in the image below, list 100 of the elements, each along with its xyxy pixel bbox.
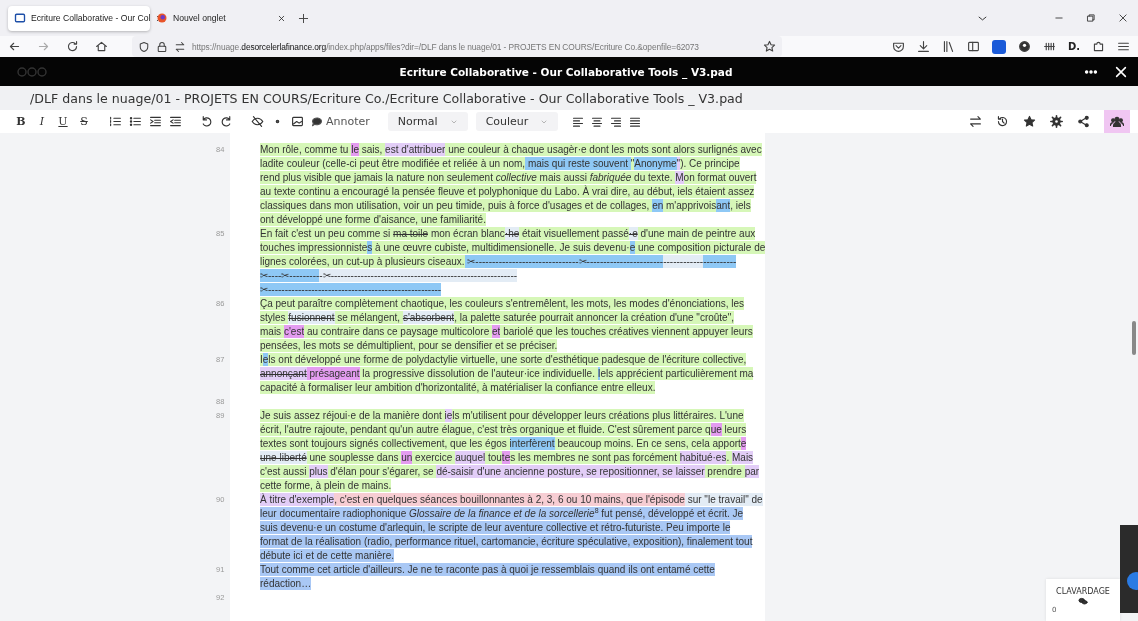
highlighted-text: d'élan pour s'égarer, se [327,465,437,478]
deleted-text: annonçant [260,367,307,380]
color-dropdown[interactable]: Couleur [475,112,559,131]
extension-button[interactable]: D. [1067,41,1080,52]
undo-icon[interactable] [200,115,213,128]
highlighted-text: prendre [704,465,745,478]
style-dropdown[interactable]: Normal [387,112,468,131]
highlighted-text: d'une main de peintre aux [637,227,756,240]
highlighted-text: présageant [306,367,360,380]
highlighted-text: Je suis assez réjoui·e de la manière dont [260,409,445,422]
format-button[interactable]: B [14,115,28,128]
highlighted-text: textes sont toujours signés collectivement, que les égos [260,437,510,450]
indent-icon[interactable] [149,115,162,128]
document-icon [14,12,26,24]
highlighted-text: ✂----✂--------- [260,269,320,282]
pocket-icon[interactable] [891,40,905,53]
highlighted-text: Glossaire de la finance et de la sorcellerie [409,507,595,520]
reload-icon[interactable] [66,40,79,53]
settings-icon[interactable] [1050,115,1063,128]
star-icon[interactable] [1023,115,1036,128]
menu-icon[interactable] [1117,40,1130,53]
highlighted-text: sur "le travail" de [684,493,763,506]
highlighted-text: capacité à formaliser leur ambition d'horizontalité, à matérialiser la confiance entre elleux. [260,381,656,394]
highlighted-text: Mais [732,451,754,464]
highlighted-text: et [492,325,501,338]
star-outline-icon[interactable] [763,40,776,53]
image-icon[interactable] [291,115,304,128]
highlighted-text: suis devenu·e un costume d'arlequin, le scripte de leur aventure collective et rétro-futuriste. Peu importe le [260,521,731,534]
puzzle-icon[interactable] [1092,40,1105,53]
download-icon[interactable] [916,40,930,53]
side-widget[interactable] [1120,525,1138,613]
highlighted-text: c'est aussi [260,465,310,478]
close-icon[interactable] [1118,13,1128,23]
highlighted-text: s les membres ne sont pas forcément [510,451,680,464]
format-button[interactable]: S [77,115,91,128]
comment-icon [311,115,323,128]
swap-icon [174,40,186,53]
extension-icon[interactable] [991,39,1006,54]
library-icon[interactable] [941,40,955,53]
highlighted-text: est d'attribuer [385,143,446,156]
highlighted-text: Ça peut paraître complètement chaotique, les couleurs s'entremêlent, les mots, les modes d'énonciations, les [260,297,745,310]
highlighted-text: plus [309,465,328,478]
highlighted-text: se mélangent, [334,311,403,324]
home-icon[interactable] [95,40,108,53]
outdent-icon[interactable] [169,115,182,128]
highlighted-text: classiques dans mon utilisation, voir un peu timide, puis à force d'usages et de collages, [260,199,653,212]
highlighted-text: Mon rôle, comme tu [260,143,352,156]
justify-icon[interactable] [629,115,642,128]
highlighted-text: au contraire dans ce paysage multicolore [304,325,493,338]
highlighted-text: " [630,157,635,170]
history-icon[interactable] [996,115,1009,128]
highlighted-text: , la palette saturée pourrait annoncer la création d'une "croûte", [454,311,734,324]
format-button[interactable]: I [35,115,49,128]
close-icon[interactable] [1114,64,1128,79]
bars-icon[interactable] [1042,40,1056,53]
eye-slash-icon[interactable] [251,115,264,128]
highlighted-text: ✂---------------------------------------------------- [260,283,442,296]
highlighted-text: styles [260,311,289,324]
highlighted-text: mais aussi [536,171,590,184]
deleted-text: une liberté [260,451,307,464]
align-left-icon[interactable] [572,115,585,128]
sidebar-icon[interactable] [966,40,980,53]
highlighted-text: , iels [730,199,751,212]
browser-tab[interactable]: Nouvel onglet [150,5,292,31]
highlighted-text: était visuellement passé [519,227,629,240]
align-center-icon[interactable] [591,115,604,128]
align-right-icon[interactable] [610,115,623,128]
address-field[interactable]: https://nuage.desorcelerlafinance.org/index.php/apps/files?dir=/DLF dans le nuage/01 - PROJETS EN COURS/Ecriture Co.&openfile=62073 [132,36,782,57]
highlighted-text: . [726,451,732,464]
document-title: Ecriture Collaborative - Our Collaborative Tools _ V3.pad [398,65,734,78]
highlighted-text: format de la réalisation (radio, performance rituel, cartomancie, écriture spéculative, exposition), finalement tout [260,535,753,548]
account-icon[interactable] [1017,40,1031,53]
back-icon[interactable] [8,40,21,53]
lock-icon [156,40,168,53]
highlighted-text: ls ont développé une forme de polydactylie virtuelle, une sorte d'esthétique padesque de l'écriture collective, [268,353,747,366]
highlighted-text: le [351,143,359,156]
highlighted-text: la progressive dissolution de l'auteur·ice individuelle. [359,367,598,380]
highlighted-text: du texte. [631,171,676,184]
redo-icon[interactable] [220,115,233,128]
highlighted-text: ------------ [663,255,704,268]
highlighted-text: leur documentaire radiophonique [260,507,409,520]
swap-arrows-icon[interactable] [969,115,982,128]
users-button[interactable] [1104,110,1130,133]
plus-icon[interactable] [298,12,309,24]
highlighted-text: ). Ce principe [680,157,740,170]
shield-icon [138,40,150,53]
format-button[interactable]: U [56,115,70,128]
highlighted-text: mon écran blanc [428,227,505,240]
annotate-button[interactable]: Annoter [311,115,370,128]
close-icon[interactable] [277,13,286,23]
highlighted-text: m'apprivois [663,199,717,212]
highlighted-text: Anonyme [634,157,677,170]
highlighted-text: e [740,437,747,450]
scrollbar-thumb[interactable] [1132,321,1136,355]
numbered-list-icon[interactable] [109,115,122,128]
restore-icon[interactable] [1086,13,1096,23]
highlighted-text: rédaction… [260,577,312,590]
highlighted-text: une souplesse dans [306,451,402,464]
share-icon[interactable] [1077,115,1090,128]
bullet-list-icon[interactable] [129,115,142,128]
